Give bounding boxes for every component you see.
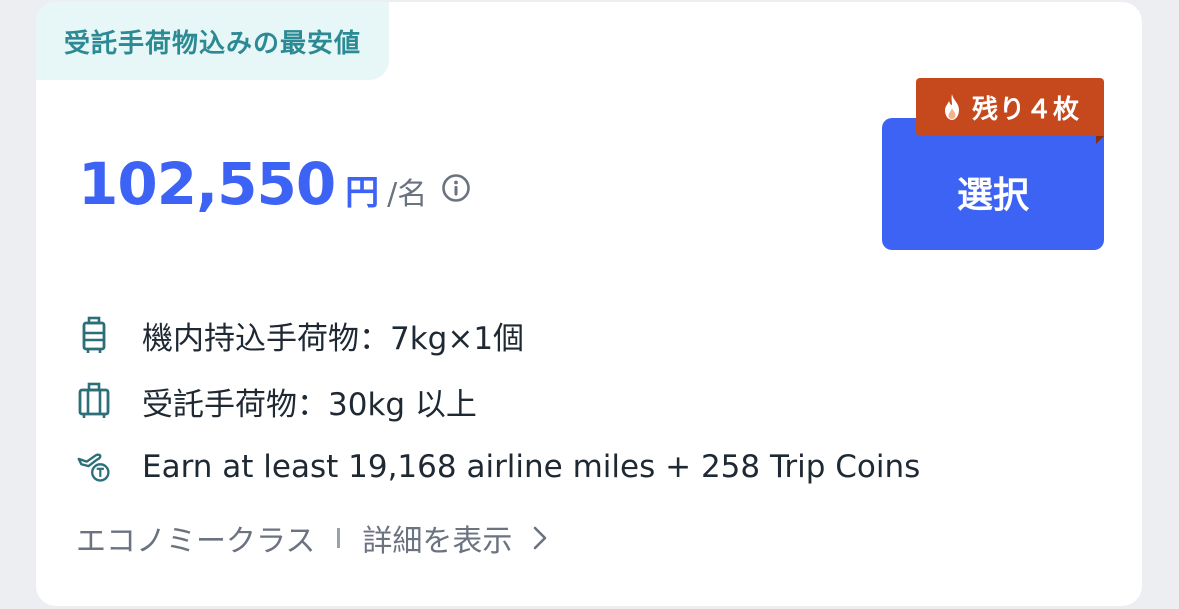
carry-on-bag-icon [76, 315, 112, 355]
show-details-link[interactable]: 詳細を表示 [362, 516, 550, 560]
feature-miles: Earn at least 19,168 airline miles + 258… [76, 434, 920, 500]
price-currency: 円 [345, 173, 380, 213]
feature-miles-text: Earn at least 19,168 airline miles + 258… [142, 449, 921, 485]
feature-carry-on: 機内持込手荷物：7kg×1個 [76, 302, 920, 368]
price-row: 102,550 円 /名 [78, 150, 471, 218]
badge-fold [1096, 136, 1104, 144]
show-details-label: 詳細を表示 [362, 524, 513, 559]
price-per-person: /名 [387, 177, 428, 212]
fire-icon [944, 94, 959, 120]
chevron-right-icon [534, 526, 547, 550]
lowest-price-tag: 受託手荷物込みの最安値 [36, 2, 390, 80]
footer-row: エコノミークラス 詳細を表示 [76, 516, 550, 560]
feature-checked-bag: 受託手荷物：30kg 以上 [76, 368, 920, 434]
fare-card: 受託手荷物込みの最安値 102,550 円 /名 選択 残り４枚 機内持込手荷物… [36, 2, 1142, 606]
cabin-class: エコノミークラス [76, 524, 316, 559]
feature-list: 機内持込手荷物：7kg×1個 受託手荷物：30kg 以上 Earn at lea… [76, 302, 920, 500]
info-icon[interactable] [441, 173, 471, 203]
select-button[interactable]: 選択 [882, 118, 1104, 250]
feature-carry-on-text: 機内持込手荷物：7kg×1個 [142, 320, 525, 357]
seats-left-label: 残り４枚 [971, 94, 1080, 125]
checked-bag-icon [76, 381, 112, 421]
miles-plane-icon [76, 447, 112, 487]
feature-checked-bag-text: 受託手荷物：30kg 以上 [142, 386, 477, 423]
seats-left-badge: 残り４枚 [916, 78, 1104, 136]
footer-divider [337, 528, 341, 548]
price-amount: 102,550 [78, 150, 336, 218]
